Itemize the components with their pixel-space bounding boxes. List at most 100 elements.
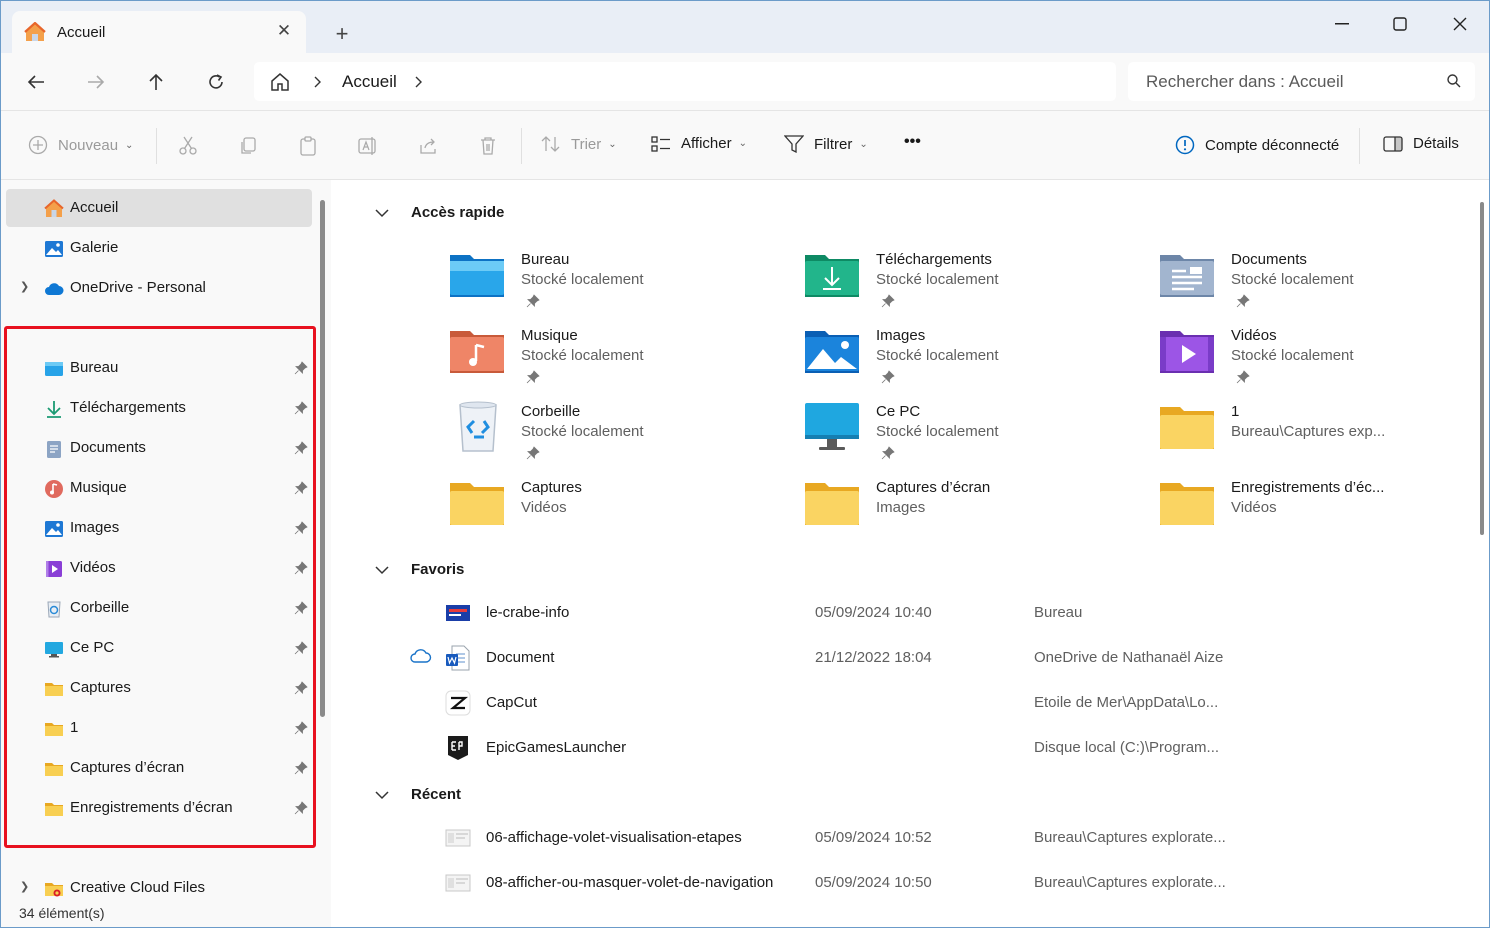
quick-tile-enregistrements-ecran[interactable]: Enregistrements d’éc... Vidéos <box>1158 475 1489 547</box>
sidebar-item-onedrive[interactable]: ❯ OneDrive - Personal <box>6 269 312 307</box>
back-button[interactable] <box>21 67 51 97</box>
sidebar-item-ce-pc[interactable]: Ce PC <box>6 629 312 667</box>
search-input[interactable]: Rechercher dans : Accueil <box>1128 62 1475 101</box>
recent-row-1[interactable]: 06-affichage-volet-visualisation-etapes … <box>332 819 1432 855</box>
sidebar-item-documents[interactable]: Documents <box>6 429 312 467</box>
section-header-quick-access[interactable]: Accès rapide <box>375 204 504 221</box>
tile-location: Bureau\Captures exp... <box>1231 423 1386 440</box>
more-options-button[interactable]: ••• <box>904 133 921 151</box>
sidebar-item-accueil[interactable]: Accueil <box>6 189 312 227</box>
quick-tile-captures-ecran[interactable]: Captures d’écran Images <box>803 475 1143 547</box>
sidebar-item-telechargements[interactable]: Téléchargements <box>6 389 312 427</box>
rename-button[interactable] <box>357 135 379 157</box>
pin-icon[interactable] <box>294 401 308 415</box>
chevron-right-icon[interactable]: ❯ <box>20 880 29 893</box>
tab-accueil[interactable]: Accueil ✕ <box>12 11 306 53</box>
sidebar-item-label: Vidéos <box>70 559 116 576</box>
chevron-down-icon[interactable] <box>374 562 390 578</box>
minimize-button[interactable] <box>1313 7 1371 41</box>
pin-icon[interactable] <box>294 481 308 495</box>
forward-button[interactable] <box>81 67 111 97</box>
quick-tile-captures[interactable]: Captures Vidéos <box>448 475 788 547</box>
folder-icon <box>45 803 63 816</box>
favorite-row-capcut[interactable]: CapCut Etoile de Mer\AppData\Lo... <box>332 684 1432 720</box>
sidebar-item-musique[interactable]: Musique <box>6 469 312 507</box>
sidebar-item-label: Ce PC <box>70 639 115 656</box>
divider <box>1359 128 1360 164</box>
cloud-icon <box>410 649 432 663</box>
new-button[interactable]: Nouveau ⌄ <box>28 135 133 155</box>
pin-icon[interactable] <box>294 561 308 575</box>
pin-icon[interactable] <box>294 801 308 815</box>
pin-icon[interactable] <box>294 761 308 775</box>
pin-icon[interactable] <box>294 521 308 535</box>
section-header-recent[interactable]: Récent <box>375 786 461 803</box>
favorite-row-document[interactable]: Document 21/12/2022 18:04 OneDrive de Na… <box>332 639 1432 675</box>
sidebar-item-captures-ecran[interactable]: Captures d’écran <box>6 749 312 787</box>
pin-icon[interactable] <box>294 441 308 455</box>
quick-tile-ce-pc[interactable]: Ce PC Stocké localement <box>803 399 1143 471</box>
pin-icon[interactable] <box>294 641 308 655</box>
sidebar-item-enregistrements-ecran[interactable]: Enregistrements d’écran <box>6 789 312 827</box>
sidebar-item-galerie[interactable]: Galerie <box>6 229 312 267</box>
sidebar-item-images[interactable]: Images <box>6 509 312 547</box>
chevron-right-icon[interactable]: ❯ <box>20 280 29 293</box>
content-scrollbar[interactable] <box>1480 202 1484 535</box>
details-button[interactable]: Détails <box>1383 135 1459 152</box>
delete-button[interactable] <box>477 135 499 157</box>
tile-location: Vidéos <box>1231 499 1277 516</box>
quick-tile-documents[interactable]: Documents Stocké localement <box>1158 247 1489 319</box>
up-button[interactable] <box>141 67 171 97</box>
recent-row-2[interactable]: 08-afficher-ou-masquer-volet-de-navigati… <box>332 864 1432 900</box>
chevron-down-icon[interactable] <box>374 205 390 221</box>
chevron-down-icon[interactable] <box>374 787 390 803</box>
tile-name: Vidéos <box>1231 327 1277 344</box>
view-button[interactable]: Afficher ⌄ <box>651 135 747 152</box>
section-header-favorites[interactable]: Favoris <box>375 561 464 578</box>
new-tab-button[interactable]: + <box>327 19 357 49</box>
sidebar-item-captures[interactable]: Captures <box>6 669 312 707</box>
quick-tile-images[interactable]: Images Stocké localement <box>803 323 1143 395</box>
filter-button[interactable]: Filtrer ⌄ <box>784 135 868 153</box>
maximize-button[interactable] <box>1371 7 1429 41</box>
sidebar-item-videos[interactable]: Vidéos <box>6 549 312 587</box>
chevron-down-icon: ⌄ <box>125 139 134 151</box>
pin-icon[interactable] <box>294 601 308 615</box>
pin-icon[interactable] <box>294 681 308 695</box>
tile-location: Stocké localement <box>521 271 644 288</box>
view-list-icon <box>651 135 670 152</box>
sidebar-item-bureau[interactable]: Bureau <box>6 349 312 387</box>
pin-icon[interactable] <box>294 721 308 735</box>
quick-tile-videos[interactable]: Vidéos Stocké localement <box>1158 323 1489 395</box>
favorite-row-le-crabe-info[interactable]: le-crabe-info 05/09/2024 10:40 Bureau <box>332 594 1432 630</box>
sidebar-item-1[interactable]: 1 <box>6 709 312 747</box>
quick-tile-musique[interactable]: Musique Stocké localement <box>448 323 788 395</box>
favorite-row-epic-games-launcher[interactable]: EpicGamesLauncher Disque local (C:)\Prog… <box>332 729 1432 765</box>
pin-icon[interactable] <box>294 361 308 375</box>
tile-name: Enregistrements d’éc... <box>1231 479 1385 496</box>
sidebar-scrollbar[interactable] <box>320 200 325 717</box>
sidebar-item-label: Accueil <box>70 199 119 216</box>
chevron-right-icon[interactable] <box>415 76 423 88</box>
paste-button[interactable] <box>297 135 319 157</box>
row-location: Bureau\Captures explorate... <box>1034 874 1226 891</box>
quick-tile-bureau[interactable]: Bureau Stocké localement <box>448 247 788 319</box>
refresh-button[interactable] <box>201 67 231 97</box>
close-tab-icon[interactable]: ✕ <box>274 21 294 41</box>
sort-button[interactable]: Trier ⌄ <box>541 135 617 153</box>
copy-button[interactable] <box>237 135 259 157</box>
close-window-button[interactable] <box>1431 7 1489 41</box>
sidebar-item-corbeille[interactable]: Corbeille <box>6 589 312 627</box>
address-field[interactable]: Accueil <box>254 62 1116 101</box>
cut-button[interactable] <box>177 135 199 157</box>
share-button[interactable] <box>417 135 439 157</box>
quick-tile-telechargements[interactable]: Téléchargements Stocké localement <box>803 247 1143 319</box>
breadcrumb-accueil[interactable]: Accueil <box>342 72 397 92</box>
pin-icon <box>881 370 895 384</box>
account-status-button[interactable]: Compte déconnecté <box>1175 135 1339 155</box>
quick-tile-corbeille[interactable]: Corbeille Stocké localement <box>448 399 788 471</box>
quick-tile-1[interactable]: 1 Bureau\Captures exp... <box>1158 399 1489 471</box>
pin-icon <box>526 294 540 308</box>
filter-label: Filtrer <box>814 135 853 153</box>
chevron-down-icon: ⌄ <box>738 138 747 149</box>
